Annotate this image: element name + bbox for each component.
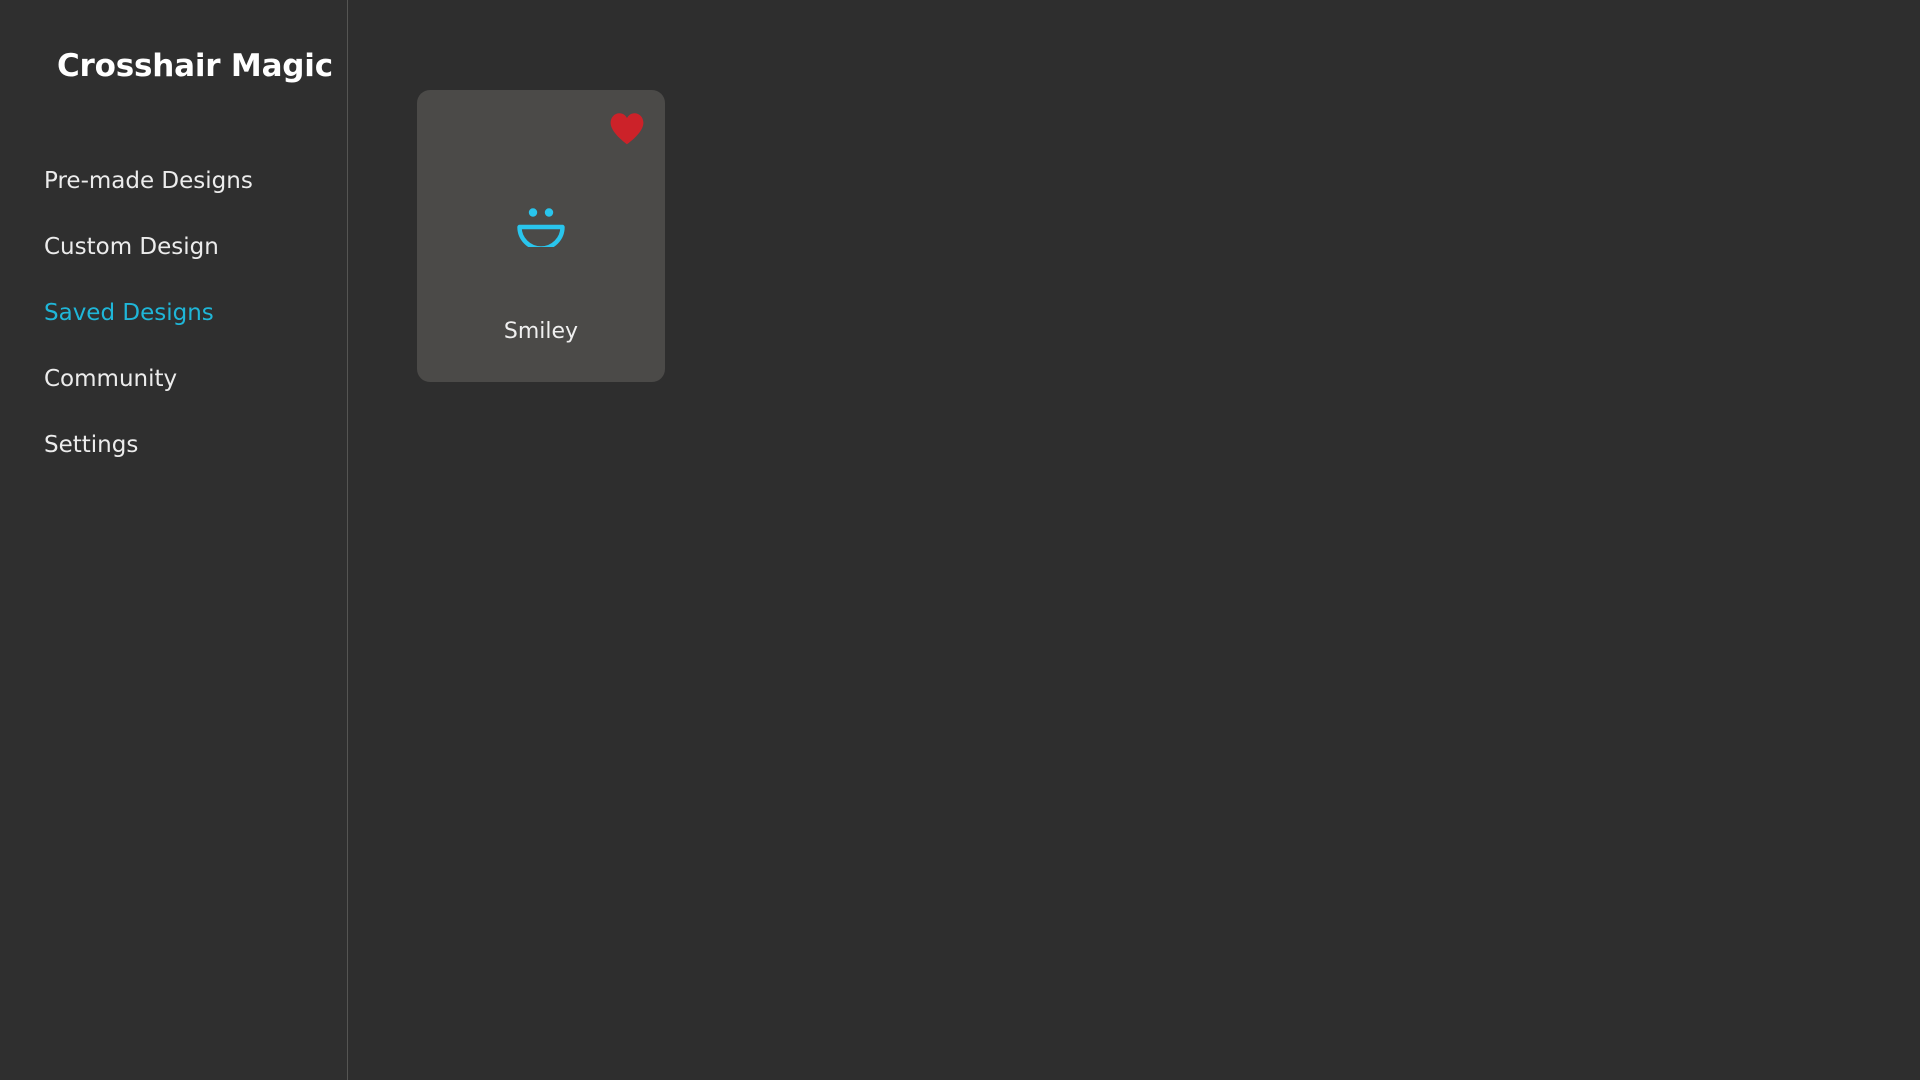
- heart-icon[interactable]: [609, 112, 645, 145]
- sidebar-item-community[interactable]: Community: [0, 346, 348, 412]
- page-title: Crosshair Magic: [57, 48, 333, 84]
- sidebar-item-saved-designs[interactable]: Saved Designs: [0, 280, 348, 346]
- app-window: Crosshair Magic Pre-made Designs Custom …: [0, 0, 1920, 1080]
- smiley-crosshair-icon: [417, 186, 665, 266]
- main-content: Smiley: [348, 0, 1920, 1080]
- design-card-label: Smiley: [503, 319, 579, 344]
- sidebar: Crosshair Magic Pre-made Designs Custom …: [0, 0, 348, 1080]
- sidebar-item-custom-design[interactable]: Custom Design: [0, 214, 348, 280]
- sidebar-item-pre-made-designs[interactable]: Pre-made Designs: [0, 148, 348, 214]
- design-card[interactable]: Smiley: [417, 90, 665, 382]
- saved-designs-grid: Smiley: [417, 90, 665, 382]
- sidebar-item-settings[interactable]: Settings: [0, 412, 348, 478]
- sidebar-nav: Pre-made Designs Custom Design Saved Des…: [0, 148, 348, 478]
